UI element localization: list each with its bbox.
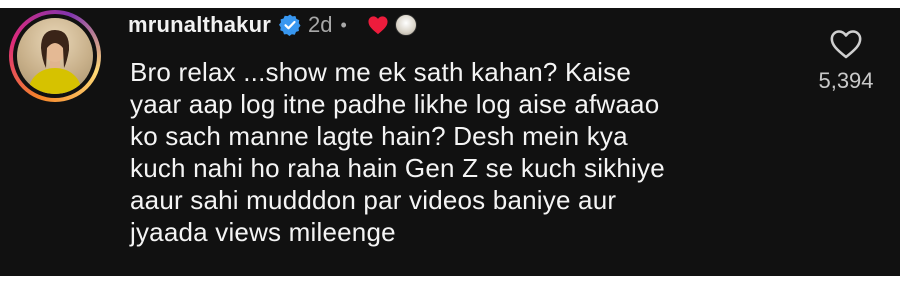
verified-badge-icon bbox=[278, 13, 302, 37]
comment-header: mrunalthakur 2d • bbox=[128, 10, 417, 40]
like-count: 5,394 bbox=[818, 68, 874, 93]
heart-outline-icon[interactable] bbox=[829, 28, 863, 60]
creator-small-avatar bbox=[394, 14, 417, 36]
profile-avatar-ring[interactable] bbox=[9, 10, 101, 102]
red-heart-icon bbox=[367, 15, 389, 35]
comment-text: Bro relax ...show me ek sath kahan? Kais… bbox=[130, 57, 665, 247]
separator-dot: • bbox=[340, 14, 347, 35]
comment-panel: mrunalthakur 2d • Bro relax ...show me e… bbox=[0, 8, 900, 276]
avatar-person-icon bbox=[29, 30, 81, 94]
comment-timestamp: 2d bbox=[307, 12, 333, 37]
like-area: 5,394 bbox=[804, 28, 888, 94]
username[interactable]: mrunalthakur bbox=[128, 12, 271, 38]
profile-avatar[interactable] bbox=[17, 18, 93, 94]
